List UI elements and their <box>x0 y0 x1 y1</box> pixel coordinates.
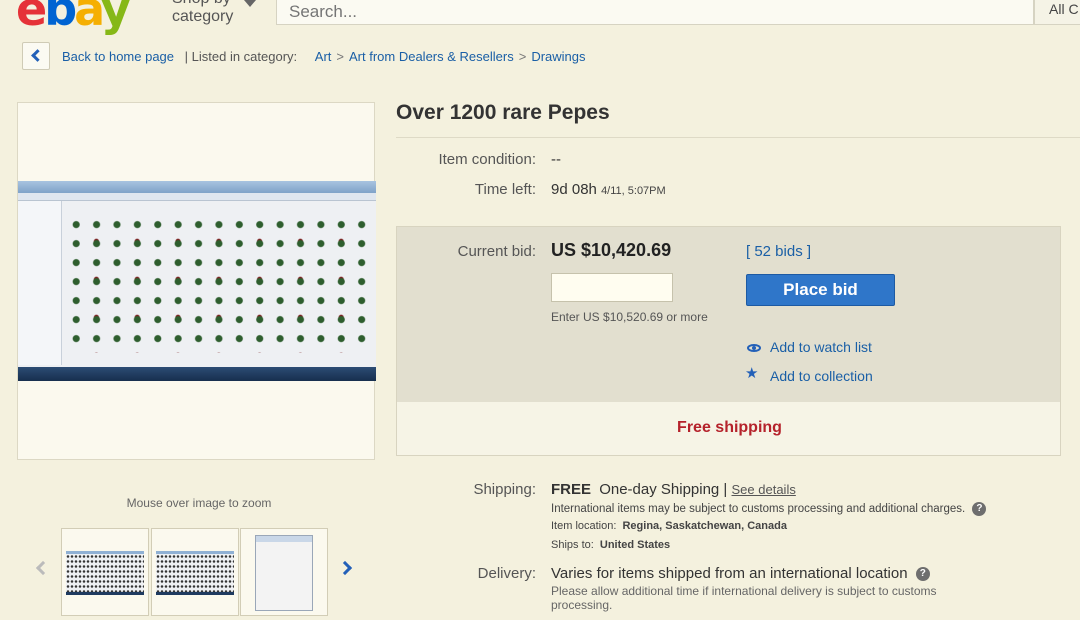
thumbnail-prev-icon[interactable] <box>35 560 51 576</box>
breadcrumb: Back to home page | Listed in category: … <box>62 49 586 64</box>
site-header: ebay Shop by category All C <box>0 0 1080 32</box>
zoom-hint: Mouse over image to zoom <box>126 496 272 510</box>
add-to-collection-link[interactable]: Add to collection <box>770 368 873 384</box>
thumbnail-image <box>255 535 313 611</box>
listed-in-label: | Listed in category: <box>184 49 298 64</box>
delivery-label: Delivery: <box>477 565 536 582</box>
international-note: International items may be subject to cu… <box>551 502 987 516</box>
main-item-image[interactable] <box>18 181 376 381</box>
shipping-label: Shipping: <box>473 481 536 498</box>
thumbnail-3[interactable] <box>240 528 328 616</box>
time-left: 9d 08h 4/11, 5:07PM <box>551 181 666 198</box>
main-image-panel[interactable] <box>17 102 376 460</box>
delivery-value-text: Varies for items shipped from an interna… <box>551 565 908 582</box>
screenshot-toolbar <box>18 193 376 201</box>
breadcrumb-item-art-dealers[interactable]: Art from Dealers & Resellers <box>349 49 514 64</box>
condition-label: Item condition: <box>438 151 536 168</box>
screenshot-titlebar <box>18 181 376 193</box>
free-shipping-bar: Free shipping <box>396 402 1061 456</box>
star-icon: ★ <box>745 365 759 382</box>
title-divider <box>396 137 1080 138</box>
shipping-free: FREE <box>551 481 592 498</box>
time-left-value: 9d 08h <box>551 181 597 198</box>
breadcrumb-item-drawings[interactable]: Drawings <box>531 49 585 64</box>
ships-to-value: United States <box>599 539 671 551</box>
back-button[interactable] <box>22 42 50 70</box>
back-to-home-link[interactable]: Back to home page <box>62 49 174 64</box>
help-icon[interactable]: ? <box>915 567 930 582</box>
see-details-link[interactable]: See details <box>732 482 796 497</box>
item-title: Over 1200 rare Pepes <box>396 101 610 124</box>
search-box <box>276 0 1034 25</box>
thumbnail-1[interactable] <box>61 528 149 616</box>
shop-by-category-button[interactable]: Shop by category <box>172 0 256 26</box>
chevron-left-icon <box>31 49 44 62</box>
screenshot-sidebar <box>18 201 62 365</box>
add-to-watch-list-link[interactable]: Add to watch list <box>770 339 872 355</box>
end-date: 4/11, 5:07PM <box>601 185 666 197</box>
breadcrumb-separator: > <box>518 49 527 64</box>
delivery-value: Varies for items shipped from an interna… <box>551 565 930 582</box>
eye-icon <box>747 344 761 352</box>
chevron-down-icon <box>244 0 256 7</box>
screenshot-icon-grid <box>66 217 372 353</box>
ships-to: Ships to: United States <box>551 539 670 551</box>
ships-to-label: Ships to: <box>551 539 594 551</box>
breadcrumb-item-art[interactable]: Art <box>315 49 332 64</box>
search-input[interactable] <box>277 0 1033 24</box>
item-location: Item location: Regina, Saskatchewan, Can… <box>551 520 787 532</box>
item-location-label: Item location: <box>551 520 617 532</box>
item-location-value: Regina, Saskatchewan, Canada <box>622 520 787 532</box>
min-bid-hint: Enter US $10,520.69 or more <box>551 310 708 324</box>
bid-amount-input[interactable] <box>551 273 673 302</box>
thumbnail-image <box>66 551 144 595</box>
shop-by-label: Shop by <box>172 0 233 8</box>
category-label: category <box>172 8 234 25</box>
shipping-value: FREE One-day Shipping | See details <box>551 481 796 498</box>
delivery-note: Please allow additional time if internat… <box>551 584 937 612</box>
screenshot-taskbar <box>18 367 376 381</box>
thumbnail-2[interactable] <box>151 528 239 616</box>
place-bid-button[interactable]: Place bid <box>746 274 895 306</box>
shipping-method: One-day Shipping | <box>599 481 728 498</box>
thumbnail-next-icon[interactable] <box>337 560 353 576</box>
current-bid-value: US $10,420.69 <box>551 240 672 260</box>
ebay-logo[interactable]: ebay <box>16 0 131 32</box>
international-note-text: International items may be subject to cu… <box>551 503 966 516</box>
current-bid-label: Current bid: <box>457 243 536 260</box>
time-left-label: Time left: <box>474 181 536 198</box>
help-icon[interactable]: ? <box>972 502 987 516</box>
free-shipping-label: Free shipping <box>677 419 782 436</box>
thumbnail-image <box>156 551 234 595</box>
condition-value: -- <box>551 151 561 168</box>
breadcrumb-separator: > <box>336 49 344 64</box>
bid-count-link[interactable]: [ 52 bids ] <box>746 243 811 260</box>
all-categories-select[interactable]: All C <box>1034 0 1080 25</box>
